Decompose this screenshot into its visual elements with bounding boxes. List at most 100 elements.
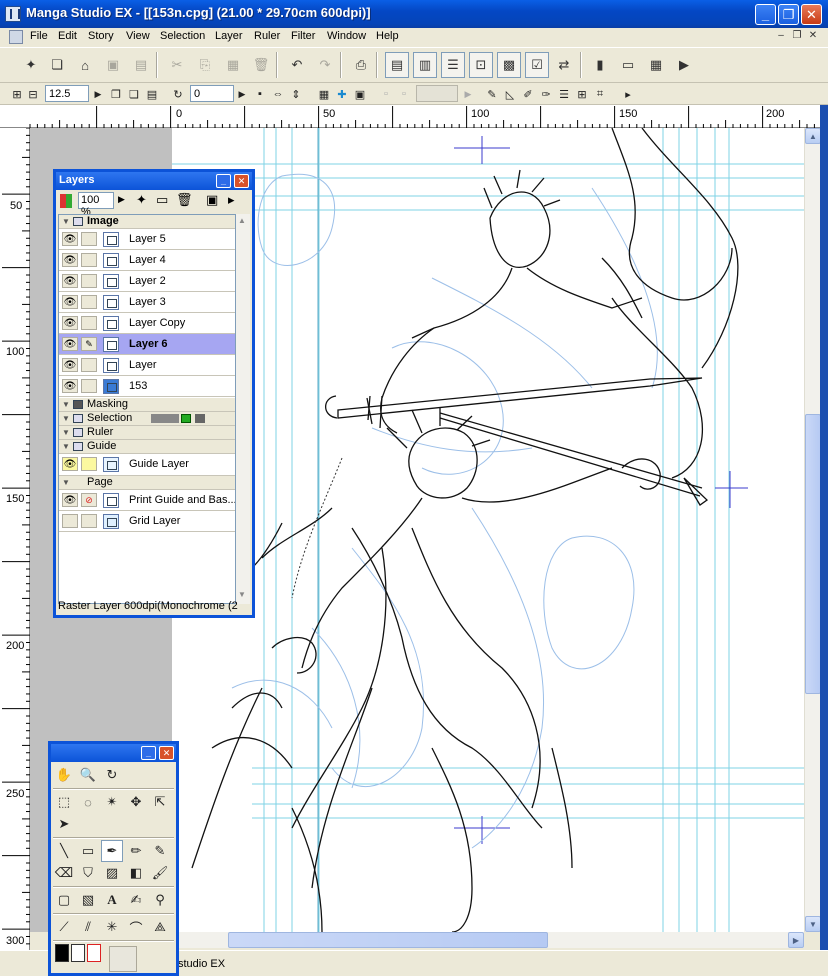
snap-icon[interactable]: ▫ — [378, 86, 394, 102]
menu-story[interactable]: Story — [88, 30, 114, 42]
group-page[interactable]: ▼ Page — [59, 476, 235, 490]
rectangle-tool-icon[interactable]: ▭ — [77, 840, 99, 862]
menu-window[interactable]: Window — [327, 30, 366, 42]
scroll-down-button[interactable]: ▼ — [805, 916, 821, 932]
flip-vertical-icon[interactable]: ⇕ — [288, 86, 304, 102]
document-icon[interactable] — [9, 30, 23, 44]
move-tool-icon[interactable]: ✥ — [125, 791, 147, 813]
open-icon[interactable]: ⌂ — [74, 54, 96, 76]
palette-layers-icon[interactable]: ☰ — [441, 52, 465, 78]
redo-icon[interactable]: ↷ — [314, 54, 336, 76]
ruler-frame-icon[interactable]: ⌗ — [592, 86, 608, 102]
lock-layer-icon[interactable]: ▣ — [206, 192, 218, 208]
mdi-restore-button[interactable]: ❐ — [790, 30, 804, 43]
ruler-tool-icon[interactable]: ⟋ — [53, 916, 75, 938]
palette-navigator-icon[interactable]: ⊡ — [469, 52, 493, 78]
visibility-eye-icon[interactable]: 👁 — [62, 232, 78, 246]
layer-row[interactable]: 👁 Layer — [59, 355, 235, 376]
actual-size-icon[interactable]: ❏ — [126, 86, 142, 102]
layer-row[interactable]: 👁 Layer 4 — [59, 250, 235, 271]
visibility-eye-off[interactable] — [62, 514, 78, 528]
mdi-close-button[interactable]: ✕ — [806, 30, 820, 43]
opacity-arrow-icon[interactable]: ▶ — [118, 194, 125, 205]
eyedropper-tool-icon[interactable]: ⚲ — [149, 889, 171, 911]
group-ruler[interactable]: ▼ Ruler — [59, 426, 235, 440]
horizontal-scrollbar[interactable]: ▶ — [178, 932, 804, 948]
layer-row-guide[interactable]: 👁 Guide Layer — [59, 454, 235, 476]
menu-selection[interactable]: Selection — [160, 30, 205, 42]
palette-tones-icon[interactable]: ▩ — [497, 52, 521, 78]
group-image[interactable]: ▼ Image — [59, 215, 235, 229]
ruler-grid-icon[interactable]: ⊞ — [574, 86, 590, 102]
layer-list-scrollbar[interactable]: ▲ ▼ — [236, 214, 250, 604]
brush-tool-icon[interactable]: 🖌 — [149, 862, 171, 884]
visibility-eye-icon[interactable]: 👁 — [62, 457, 78, 471]
group-masking[interactable]: ▼ Masking — [59, 398, 235, 412]
palette-history-icon[interactable]: ☑ — [525, 52, 549, 78]
app-icon[interactable] — [5, 6, 21, 22]
new-page-icon[interactable]: ❏ — [46, 54, 68, 76]
menu-layer[interactable]: Layer — [215, 30, 243, 42]
zoom-tool-icon[interactable]: 🔍 — [77, 764, 99, 786]
white-color-swatch[interactable] — [71, 944, 85, 962]
no-print-icon[interactable]: ⊘ — [81, 493, 97, 507]
layer-row-selected[interactable]: 👁 ✎ Layer 6 — [59, 334, 235, 355]
menu-ruler[interactable]: Ruler — [254, 30, 280, 42]
horizontal-scroll-thumb[interactable] — [228, 932, 548, 948]
show-grid-icon[interactable]: ▦ — [316, 86, 332, 102]
delete-icon[interactable]: 🗑 — [250, 54, 272, 76]
rotate-menu-arrow-icon[interactable]: ▶ — [234, 86, 250, 102]
layers-close-button[interactable]: ✕ — [234, 174, 249, 188]
speed-line-tool-icon[interactable]: ⫽ — [77, 916, 99, 938]
disabled-dropdown[interactable] — [416, 85, 458, 102]
eraser-tool-icon[interactable]: ⌫ — [53, 862, 75, 884]
menu-help[interactable]: Help — [376, 30, 399, 42]
menu-filter[interactable]: Filter — [291, 30, 315, 42]
show-guides-icon[interactable]: ✚ — [334, 86, 350, 102]
ruler-lines-icon[interactable]: ☰ — [556, 86, 572, 102]
dropdown-arrow-icon[interactable]: ▶ — [460, 86, 476, 102]
delete-layer-icon[interactable]: 🗑 — [176, 192, 193, 208]
layer-menu-icon[interactable]: ▸ — [228, 192, 235, 208]
pen-edit-icon[interactable]: ✎ — [81, 337, 97, 351]
visibility-eye-icon[interactable]: 👁 — [62, 493, 78, 507]
marker-tool-icon[interactable]: ✎ — [149, 840, 171, 862]
print-icon[interactable]: ⎙ — [350, 54, 372, 76]
close-button[interactable]: ✕ — [801, 4, 822, 25]
play-icon[interactable]: ▶ — [673, 54, 695, 76]
layer-row[interactable]: 👁 Layer 2 — [59, 271, 235, 292]
menu-edit[interactable]: Edit — [58, 30, 77, 42]
paste-icon[interactable]: ▦ — [222, 54, 244, 76]
title-bar[interactable]: Manga Studio EX - [[153n.cpg] (21.00 * 2… — [0, 0, 828, 28]
ruler-perspective-icon[interactable]: ✑ — [538, 86, 554, 102]
lasso-tool-icon[interactable]: ◌ — [77, 791, 99, 813]
layer-list[interactable]: ▼ Image 👁 Layer 5 👁 Layer 4 👁 Layer 2 👁 Layer… — [58, 214, 236, 604]
menu-file[interactable]: File — [30, 30, 48, 42]
layer-lock-toggle[interactable] — [81, 232, 97, 246]
balloon-tool-icon[interactable]: ✍ — [125, 889, 147, 911]
menu-view[interactable]: View — [126, 30, 150, 42]
text-tool-icon[interactable]: A — [101, 889, 123, 911]
snap-grid-icon[interactable]: ▫ — [396, 86, 412, 102]
print-size-icon[interactable]: ▤ — [144, 86, 160, 102]
zoom-input[interactable] — [45, 85, 89, 102]
flip-horizontal-icon[interactable]: ⇔ — [270, 86, 286, 102]
transparent-color-swatch[interactable] — [87, 944, 101, 962]
layer-lock-toggle[interactable] — [81, 295, 97, 309]
visibility-eye-icon[interactable]: 👁 — [62, 337, 78, 351]
layer-lock-toggle[interactable] — [81, 514, 97, 528]
new-layer-icon[interactable]: ✦ — [136, 192, 147, 208]
new-folder-icon[interactable]: ▭ — [156, 192, 168, 208]
layer-lock-toggle[interactable] — [81, 274, 97, 288]
tools-close-button[interactable]: ✕ — [159, 746, 174, 760]
visibility-eye-icon[interactable]: 👁 — [62, 316, 78, 330]
visibility-eye-icon[interactable]: 👁 — [62, 358, 78, 372]
vertical-scroll-thumb[interactable] — [805, 414, 821, 694]
layer-row[interactable]: 👁 Layer 5 — [59, 229, 235, 250]
zoom-out-icon[interactable]: ⊟ — [25, 86, 41, 102]
layer-row[interactable]: 👁 Layer Copy — [59, 313, 235, 334]
perspective-tool-icon[interactable]: ⟁ — [149, 916, 171, 938]
palette-properties-icon[interactable]: ▤ — [385, 52, 409, 78]
tools-palette-title[interactable] — [51, 744, 176, 762]
fill-tool-icon[interactable]: ⛉ — [77, 862, 99, 884]
